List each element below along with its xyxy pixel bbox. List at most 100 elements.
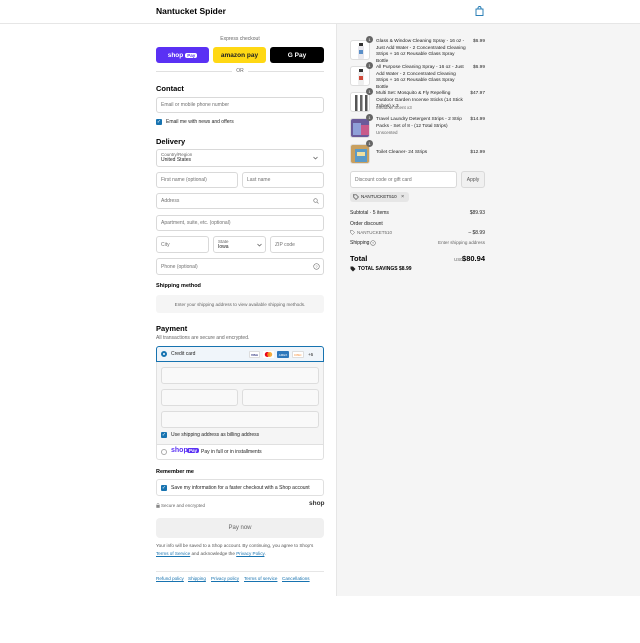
- apply-button[interactable]: Apply: [461, 171, 485, 188]
- tag-icon: [350, 230, 355, 235]
- or-label: OR: [236, 68, 244, 74]
- remember-checkbox[interactable]: ✓: [161, 485, 167, 491]
- shop-pay-description: Pay in full or in installments: [201, 449, 262, 455]
- zip-placeholder: ZIP code: [275, 241, 295, 248]
- chevron-down-icon: [313, 156, 318, 160]
- shipping-method-message: Enter your shipping address to view avai…: [156, 295, 324, 313]
- amazon-pay-button[interactable]: amazon pay: [213, 47, 266, 63]
- chevron-down-icon: [257, 243, 262, 247]
- billing-checkbox[interactable]: ✓: [161, 432, 167, 438]
- google-pay-button[interactable]: G Pay: [270, 47, 324, 63]
- pay-now-button[interactable]: Pay now: [156, 518, 324, 538]
- email-field[interactable]: Email or mobile phone number: [156, 97, 324, 113]
- search-icon: [313, 198, 319, 204]
- delivery-title: Delivery: [156, 137, 186, 146]
- legal-and: and acknowledge the: [191, 551, 235, 556]
- svg-text:?: ?: [372, 241, 374, 245]
- expiration-field[interactable]: [161, 389, 238, 406]
- refund-policy-link[interactable]: Refund policy: [156, 576, 184, 581]
- apartment-field[interactable]: Apartment, suite, etc. (optional): [156, 215, 324, 231]
- quantity-badge: 1: [366, 88, 373, 95]
- card-number-field[interactable]: [161, 367, 319, 384]
- city-field[interactable]: City: [156, 236, 209, 253]
- mastercard-icon: [263, 351, 274, 358]
- product-image: [350, 66, 370, 86]
- name-on-card-field[interactable]: [161, 411, 319, 428]
- shop-logo: shop: [309, 500, 325, 507]
- privacy-policy-link[interactable]: Privacy policy: [211, 576, 239, 581]
- tag-icon: [350, 266, 356, 272]
- item-price: $47.97: [470, 91, 485, 96]
- quantity-badge: 1: [366, 62, 373, 69]
- apartment-placeholder: Apartment, suite, etc. (optional): [161, 220, 231, 226]
- address-field[interactable]: Address: [156, 193, 324, 209]
- amex-icon: AMEX: [277, 351, 289, 358]
- bag-icon[interactable]: [475, 6, 484, 16]
- shipping-value: Enter shipping address: [438, 240, 485, 245]
- zip-field[interactable]: ZIP code: [270, 236, 324, 253]
- email-placeholder: Email or mobile phone number: [161, 102, 230, 108]
- more-cards-label: +6: [308, 352, 314, 357]
- discount-placeholder: Discount code or gift card: [355, 176, 412, 183]
- shop-pay-radio[interactable]: [161, 449, 167, 455]
- express-checkout-label: Express checkout: [220, 36, 260, 42]
- legal-text: Your info will be saved to a Shop accoun…: [156, 542, 324, 558]
- shop-pay-text: shop: [167, 51, 184, 59]
- shipping-label: Shipping: [350, 240, 370, 246]
- first-name-field[interactable]: First name (optional): [156, 172, 238, 188]
- cancellations-link[interactable]: Cancellations: [282, 576, 310, 581]
- item-price: $14.99: [470, 117, 485, 122]
- legal-end: .: [264, 551, 266, 556]
- lock-icon: [156, 503, 160, 508]
- store-name[interactable]: Nantucket Spider: [156, 6, 226, 16]
- subtotal-value: $89.93: [469, 210, 485, 216]
- product-image: [350, 118, 370, 138]
- news-label: Email me with news and offers: [166, 119, 234, 125]
- shop-pay-button[interactable]: shop Pay: [156, 47, 209, 63]
- page-bottom: [0, 596, 640, 643]
- savings-label: TOTAL SAVINGS: [358, 266, 398, 272]
- item-variant: Unscented: [376, 130, 398, 135]
- total-value: $80.94: [462, 254, 485, 263]
- divider-right: [248, 71, 324, 72]
- phone-placeholder: Phone (optional): [161, 263, 198, 270]
- security-code-field[interactable]: [242, 389, 319, 406]
- billing-label: Use shipping address as billing address: [171, 432, 260, 438]
- remember-title: Remember me: [156, 469, 194, 475]
- last-name-field[interactable]: Last name: [242, 172, 324, 188]
- quantity-badge: 1: [366, 114, 373, 121]
- country-select[interactable]: Country/Region United States: [156, 149, 324, 167]
- credit-card-label: Credit card: [171, 351, 196, 357]
- applied-code-text: NANTUCKET510: [361, 194, 397, 199]
- legal-line1: Your info will be saved to a Shop accoun…: [156, 543, 314, 548]
- phone-field[interactable]: Phone (optional): [156, 258, 324, 275]
- credit-card-radio[interactable]: [161, 351, 167, 357]
- question-icon[interactable]: ?: [313, 263, 320, 270]
- payment-subtitle: All transactions are secure and encrypte…: [156, 335, 250, 341]
- discount-input[interactable]: Discount code or gift card: [350, 171, 457, 188]
- savings-value: $8.99: [399, 266, 412, 272]
- divider-left: [156, 71, 232, 72]
- item-price: $12.99: [470, 150, 485, 155]
- remove-code-icon[interactable]: ×: [401, 194, 404, 200]
- visa-icon: VISA: [249, 351, 260, 358]
- footer-divider: [156, 571, 324, 572]
- order-discount-code: NANTUCKET510: [357, 230, 393, 235]
- svg-text:?: ?: [315, 264, 318, 269]
- product-image: [350, 144, 370, 164]
- contact-title: Contact: [156, 84, 184, 93]
- secure-label: Secure and encrypted: [161, 503, 206, 508]
- terms-of-service-link[interactable]: Terms of service: [244, 576, 277, 581]
- terms-link[interactable]: Terms of Service: [156, 551, 190, 556]
- item-price: $6.99: [472, 39, 485, 44]
- item-price: $6.99: [472, 65, 485, 70]
- shop-pay-logo-badge: Pay: [187, 448, 200, 453]
- product-image: [350, 40, 370, 60]
- news-checkbox[interactable]: ✓: [156, 119, 162, 125]
- privacy-link[interactable]: Privacy Policy: [236, 551, 264, 556]
- subtotal-label: Subtotal · 5 items: [350, 210, 389, 216]
- tag-icon: [353, 194, 359, 200]
- shipping-link[interactable]: Shipping: [188, 576, 206, 581]
- question-icon[interactable]: ?: [370, 240, 376, 246]
- google-pay-text: G Pay: [287, 51, 307, 59]
